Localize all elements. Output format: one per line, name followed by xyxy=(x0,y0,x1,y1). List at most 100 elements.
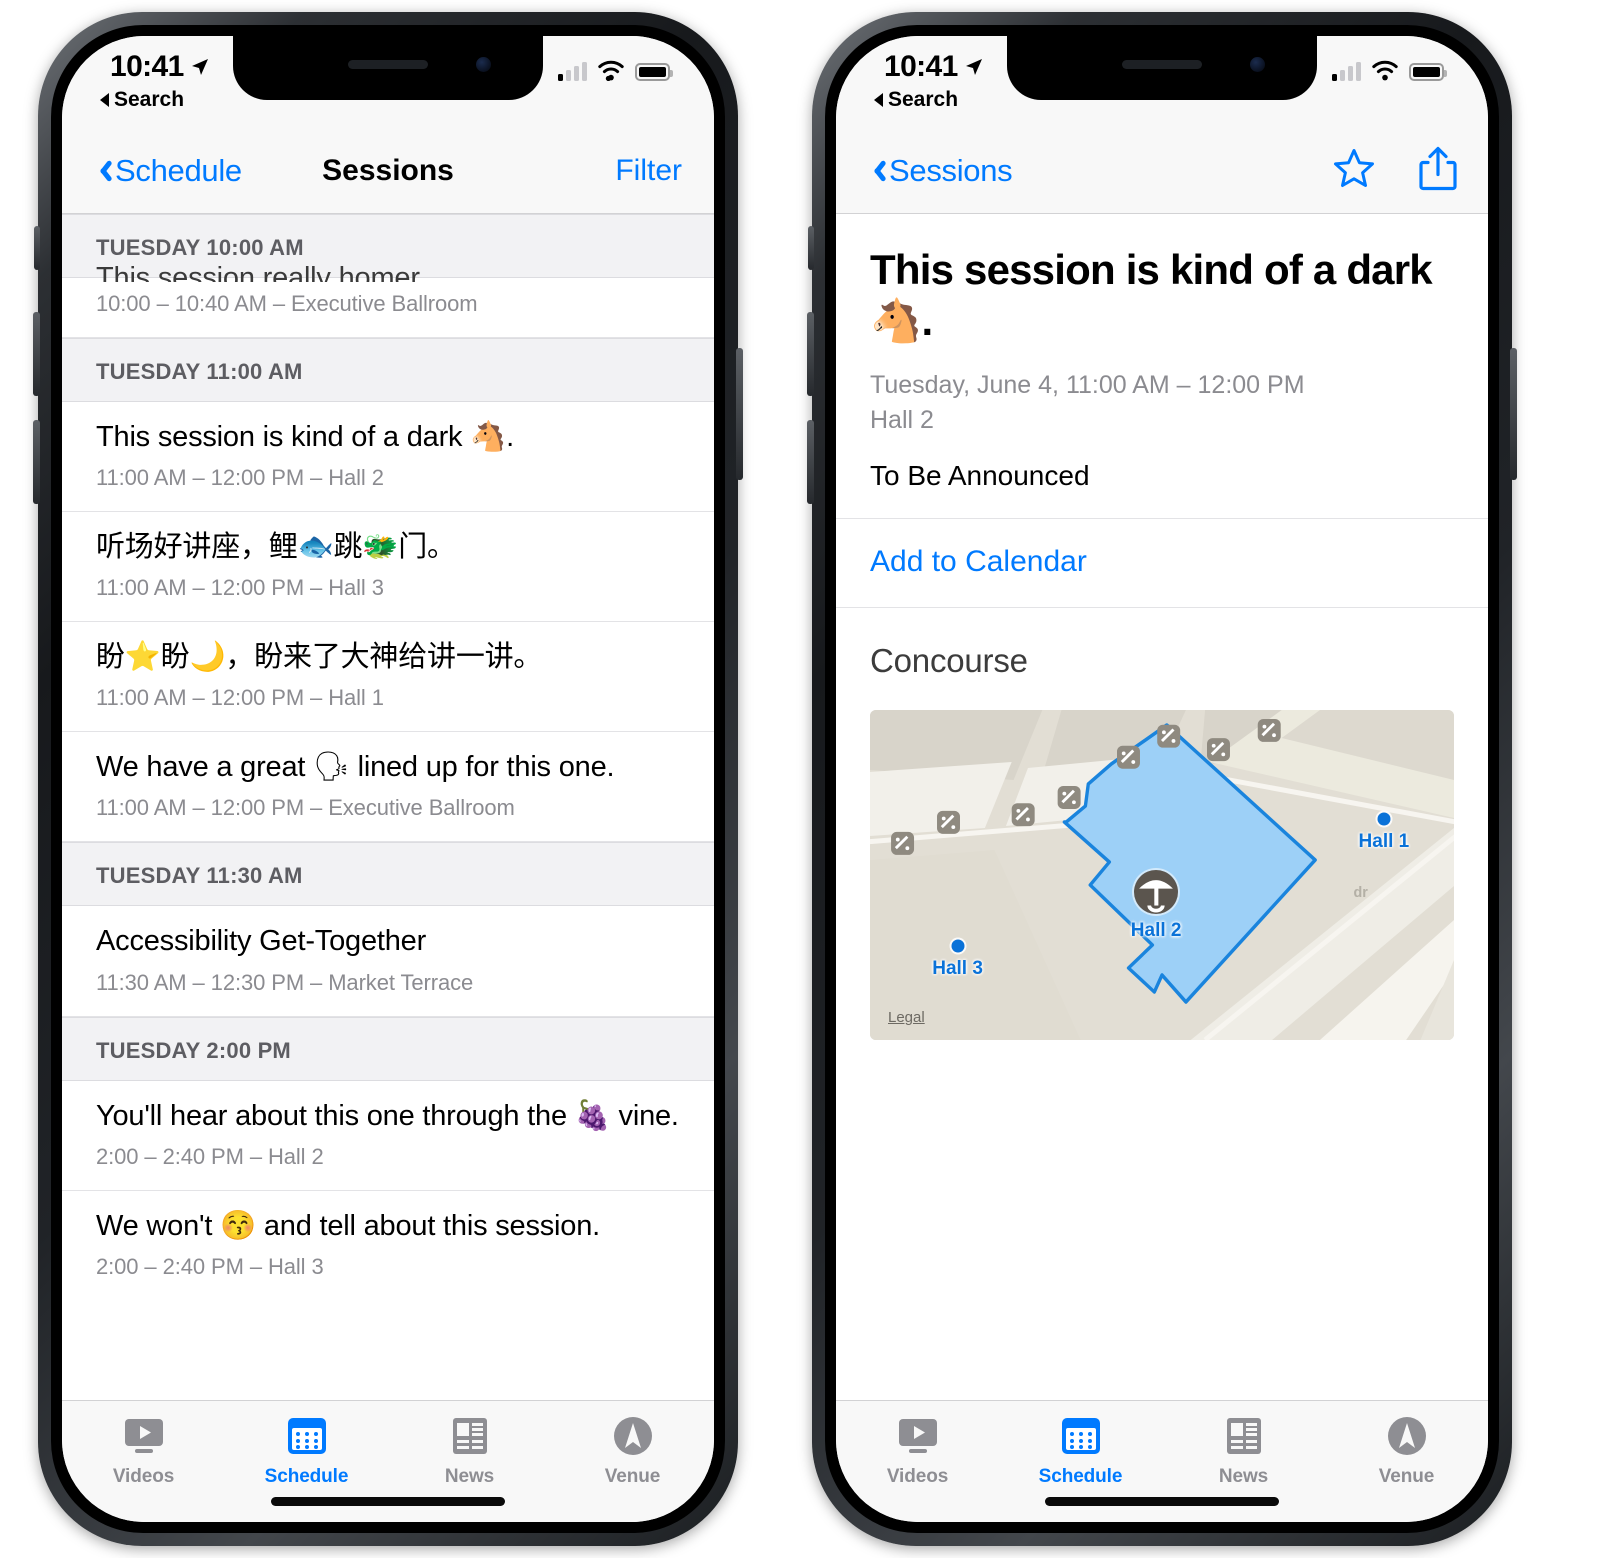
back-button-label-right: Sessions xyxy=(889,152,1013,188)
share-icon[interactable] xyxy=(1418,145,1458,196)
section-header: TUESDAY 2:00 PM xyxy=(62,1016,714,1081)
tab-videos-label-right: Videos xyxy=(886,1466,949,1487)
session-row-title: 盼⭐盼🌙，盼来了大神给讲一讲。 xyxy=(96,641,543,674)
back-app-label-right: Search xyxy=(888,88,959,111)
tab-videos-right[interactable]: Videos xyxy=(836,1413,999,1488)
calendar-icon xyxy=(286,1413,328,1459)
venue-map[interactable]: dr Hall 2 Hall 1 Hall 3 Legal xyxy=(870,710,1454,1041)
session-row[interactable]: You'll hear about this one through the 🍇… xyxy=(62,1080,714,1191)
hall-2-pin[interactable] xyxy=(1134,869,1179,914)
session-row-title: This session really homer. xyxy=(96,262,427,282)
session-location: Hall 2 xyxy=(870,406,934,435)
power-button-right[interactable] xyxy=(1510,348,1517,480)
session-row-title: This session is kind of a dark 🐴. xyxy=(96,421,514,453)
divider-2 xyxy=(836,607,1488,609)
screen-session-detail: 10:41 Search Sessions This session is ki… xyxy=(836,36,1488,1522)
compass-icon xyxy=(612,1413,654,1459)
phone-right: 10:41 Search Sessions This session is ki… xyxy=(807,12,1517,1546)
wifi-icon xyxy=(1372,60,1398,81)
silent-switch-right[interactable] xyxy=(808,226,814,270)
nav-bar-sessions: Schedule Sessions Filter xyxy=(62,128,714,214)
map-legal-link[interactable]: Legal xyxy=(888,1009,925,1026)
session-row-subtitle: 2:00 – 2:40 PM – Hall 2 xyxy=(96,1143,324,1169)
session-row[interactable]: We won't 😚 and tell about this session. 2… xyxy=(62,1190,714,1300)
tab-schedule-label: Schedule xyxy=(264,1466,349,1487)
earpiece-speaker-right xyxy=(1122,60,1202,69)
back-triangle-icon xyxy=(874,93,883,107)
session-row[interactable]: Accessibility Get-Together 11:30 AM – 12:… xyxy=(62,906,714,1017)
map-label-hall-3[interactable]: Hall 3 xyxy=(932,958,983,980)
umbrella-icon xyxy=(1139,880,1174,913)
add-to-calendar-button[interactable]: Add to Calendar xyxy=(870,519,1454,607)
home-indicator-left[interactable] xyxy=(271,1497,505,1506)
session-row-subtitle: 11:00 AM – 12:00 PM – Hall 1 xyxy=(96,685,384,711)
tab-news-right[interactable]: News xyxy=(1162,1413,1325,1488)
back-to-search-link[interactable]: Search xyxy=(100,88,184,112)
session-row[interactable]: This session is kind of a dark 🐴. 11:00 A… xyxy=(62,402,714,513)
session-row[interactable]: We have a great 🗣 lined up for this one.… xyxy=(62,732,714,843)
map-label-hall-1[interactable]: Hall 1 xyxy=(1359,831,1410,853)
status-time-label-right: 10:41 xyxy=(884,50,958,83)
notch-right xyxy=(1007,36,1317,100)
cellular-signal-icon xyxy=(1332,62,1361,81)
session-row-subtitle: 11:00 AM – 12:00 PM – Hall 2 xyxy=(96,465,384,491)
power-button[interactable] xyxy=(736,348,743,480)
location-arrow-icon xyxy=(191,59,208,75)
back-triangle-icon xyxy=(100,93,109,107)
session-row[interactable]: 盼⭐盼🌙，盼来了大神给讲一讲。 11:00 AM – 12:00 PM – Hal… xyxy=(62,622,714,733)
map-section-title: Concourse xyxy=(870,642,1028,680)
tab-venue-right[interactable]: Venue xyxy=(1325,1413,1488,1488)
nav-bar-detail: Sessions xyxy=(836,128,1488,214)
news-icon xyxy=(1223,1413,1265,1459)
tab-schedule-label-right: Schedule xyxy=(1038,1466,1123,1487)
nav-actions xyxy=(1332,145,1458,196)
tab-news[interactable]: News xyxy=(388,1413,551,1488)
hall-1-dot[interactable] xyxy=(1377,812,1391,826)
tab-news-label: News xyxy=(444,1466,495,1487)
home-indicator-right[interactable] xyxy=(1045,1497,1279,1506)
status-indicators-right xyxy=(1332,60,1447,81)
filter-button[interactable]: Filter xyxy=(615,154,682,188)
phone-left: 10:41 Search Schedule Sessions Filter TU… xyxy=(33,12,743,1546)
faded-street-label: dr xyxy=(1353,885,1368,901)
volume-up-button[interactable] xyxy=(33,312,40,396)
sessions-list[interactable]: TUESDAY 10:00 AM This session really home… xyxy=(62,214,714,1400)
back-to-search-link-right[interactable]: Search xyxy=(874,88,958,112)
session-detail-content[interactable]: This session is kind of a dark 🐴. Tuesda… xyxy=(836,214,1488,1400)
hall-3-dot[interactable] xyxy=(951,939,965,953)
compass-icon xyxy=(1386,1413,1428,1459)
tab-videos[interactable]: Videos xyxy=(62,1413,225,1488)
detail-body: This session is kind of a dark 🐴. Tuesda… xyxy=(836,214,1488,1041)
notch xyxy=(233,36,543,100)
status-indicators xyxy=(558,60,673,81)
volume-down-button-right[interactable] xyxy=(807,420,814,504)
star-outline-icon[interactable] xyxy=(1332,146,1376,195)
battery-full-icon xyxy=(1409,63,1447,81)
tab-schedule[interactable]: Schedule xyxy=(225,1413,388,1488)
map-label-hall-2[interactable]: Hall 2 xyxy=(1131,920,1182,942)
session-row-title: We won't 😚 and tell about this session. xyxy=(96,1209,601,1242)
silent-switch[interactable] xyxy=(34,226,40,270)
section-header: TUESDAY 11:00 AM xyxy=(62,338,714,402)
front-camera-right xyxy=(1250,57,1265,72)
session-row-subtitle: 11:30 AM – 12:30 PM – Market Terrace xyxy=(96,969,474,995)
volume-up-button-right[interactable] xyxy=(807,312,814,396)
front-camera xyxy=(476,57,491,72)
screenshot-stage: 10:41 Search Schedule Sessions Filter TU… xyxy=(0,0,1600,1558)
session-title: This session is kind of a dark 🐴. xyxy=(870,246,1433,345)
tab-schedule-right[interactable]: Schedule xyxy=(999,1413,1162,1488)
session-row[interactable]: This session really homer. 10:00 – 10:40 … xyxy=(62,262,714,338)
status-time-right: 10:41 xyxy=(884,50,984,84)
session-row[interactable]: 听场好讲座，鲤🐟跳🐲门。 11:00 AM – 12:00 PM – Hall 3 xyxy=(62,512,714,623)
session-row-title: Accessibility Get-Together xyxy=(96,925,427,958)
screen-sessions-list: 10:41 Search Schedule Sessions Filter TU… xyxy=(62,36,714,1522)
volume-down-button[interactable] xyxy=(33,420,40,504)
back-button-sessions[interactable]: Sessions xyxy=(868,152,1013,189)
battery-full-icon xyxy=(635,63,673,81)
video-icon xyxy=(122,1413,166,1459)
session-speaker: To Be Announced xyxy=(870,460,1090,492)
session-row-subtitle: 10:00 – 10:40 AM – Executive Ballroom xyxy=(96,291,478,316)
calendar-icon xyxy=(1060,1413,1102,1459)
tab-venue[interactable]: Venue xyxy=(551,1413,714,1488)
session-row-subtitle: 11:00 AM – 12:00 PM – Hall 3 xyxy=(96,575,384,601)
